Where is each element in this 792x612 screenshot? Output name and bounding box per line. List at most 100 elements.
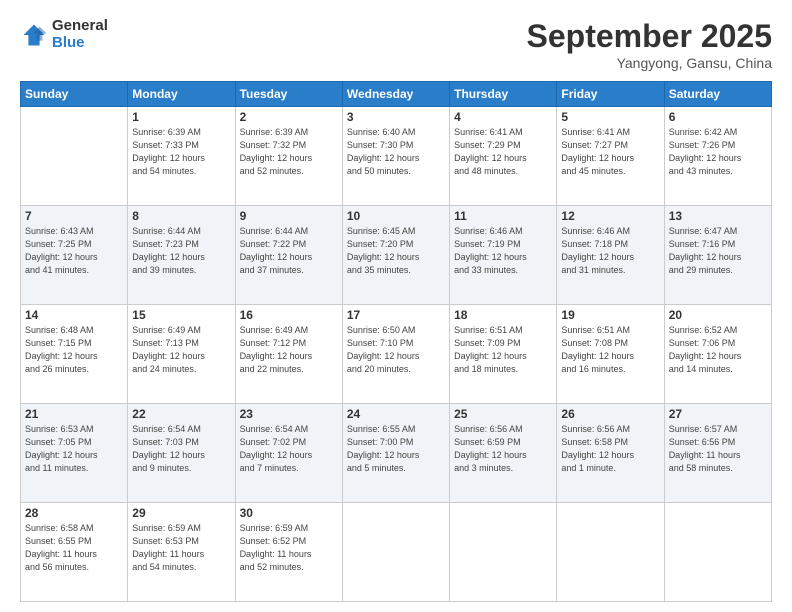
- day-info: Sunrise: 6:51 AM Sunset: 7:08 PM Dayligh…: [561, 324, 659, 376]
- day-info: Sunrise: 6:59 AM Sunset: 6:52 PM Dayligh…: [240, 522, 338, 574]
- day-info: Sunrise: 6:56 AM Sunset: 6:58 PM Dayligh…: [561, 423, 659, 475]
- day-number: 18: [454, 308, 552, 322]
- month-title: September 2025: [527, 18, 772, 55]
- day-info: Sunrise: 6:50 AM Sunset: 7:10 PM Dayligh…: [347, 324, 445, 376]
- day-number: 22: [132, 407, 230, 421]
- calendar-cell: 12 Sunrise: 6:46 AM Sunset: 7:18 PM Dayli…: [557, 206, 664, 305]
- calendar-cell: 8 Sunrise: 6:44 AM Sunset: 7:23 PM Daylig…: [128, 206, 235, 305]
- day-info: Sunrise: 6:54 AM Sunset: 7:03 PM Dayligh…: [132, 423, 230, 475]
- calendar-cell: 16Sunrise: 6:49 AM Sunset: 7:12 PM Dayli…: [235, 305, 342, 404]
- day-info: Sunrise: 6:49 AM Sunset: 7:12 PM Dayligh…: [240, 324, 338, 376]
- calendar-cell: [557, 503, 664, 602]
- day-info: Sunrise: 6:39 AM Sunset: 7:33 PM Dayligh…: [132, 126, 230, 178]
- day-number: 7: [25, 209, 123, 223]
- day-info: Sunrise: 6:48 AM Sunset: 7:15 PM Dayligh…: [25, 324, 123, 376]
- logo-general-text: General: [52, 18, 108, 35]
- day-info: Sunrise: 6:51 AM Sunset: 7:09 PM Dayligh…: [454, 324, 552, 376]
- week-row-5: 28 Sunrise: 6:58 AM Sunset: 6:55 PM Dayli…: [21, 503, 772, 602]
- weekday-header-tuesday: Tuesday: [235, 82, 342, 107]
- calendar-cell: 17 Sunrise: 6:50 AM Sunset: 7:10 PM Dayli…: [342, 305, 449, 404]
- calendar-cell: 4Sunrise: 6:41 AM Sunset: 7:29 PM Daylig…: [450, 107, 557, 206]
- day-number: 15: [132, 308, 230, 322]
- day-info: Sunrise: 6:46 AM Sunset: 7:18 PM Dayligh…: [561, 225, 659, 277]
- day-info: Sunrise: 6:59 AM Sunset: 6:53 PM Dayligh…: [132, 522, 230, 574]
- calendar-cell: 24 Sunrise: 6:55 AM Sunset: 7:00 PM Dayli…: [342, 404, 449, 503]
- weekday-header-friday: Friday: [557, 82, 664, 107]
- weekday-header-row: SundayMondayTuesdayWednesdayThursdayFrid…: [21, 82, 772, 107]
- day-number: 2: [240, 110, 338, 124]
- day-info: Sunrise: 6:58 AM Sunset: 6:55 PM Dayligh…: [25, 522, 123, 574]
- logo: General Blue: [20, 18, 108, 51]
- calendar-cell: 6Sunrise: 6:42 AM Sunset: 7:26 PM Daylig…: [664, 107, 771, 206]
- day-number: 30: [240, 506, 338, 520]
- calendar-cell: 5 Sunrise: 6:41 AM Sunset: 7:27 PM Daylig…: [557, 107, 664, 206]
- calendar-cell: 20 Sunrise: 6:52 AM Sunset: 7:06 PM Dayli…: [664, 305, 771, 404]
- day-info: Sunrise: 6:39 AM Sunset: 7:32 PM Dayligh…: [240, 126, 338, 178]
- day-number: 4: [454, 110, 552, 124]
- week-row-3: 14 Sunrise: 6:48 AM Sunset: 7:15 PM Dayli…: [21, 305, 772, 404]
- day-info: Sunrise: 6:55 AM Sunset: 7:00 PM Dayligh…: [347, 423, 445, 475]
- calendar-cell: 15 Sunrise: 6:49 AM Sunset: 7:13 PM Dayli…: [128, 305, 235, 404]
- day-number: 26: [561, 407, 659, 421]
- calendar-cell: 25 Sunrise: 6:56 AM Sunset: 6:59 PM Dayli…: [450, 404, 557, 503]
- day-number: 9: [240, 209, 338, 223]
- calendar-cell: 23 Sunrise: 6:54 AM Sunset: 7:02 PM Dayli…: [235, 404, 342, 503]
- day-number: 1: [132, 110, 230, 124]
- calendar-cell: [450, 503, 557, 602]
- day-info: Sunrise: 6:49 AM Sunset: 7:13 PM Dayligh…: [132, 324, 230, 376]
- day-info: Sunrise: 6:40 AM Sunset: 7:30 PM Dayligh…: [347, 126, 445, 178]
- logo-text: General Blue: [52, 18, 108, 51]
- page: General Blue September 2025 Yangyong, Ga…: [0, 0, 792, 612]
- week-row-1: 1 Sunrise: 6:39 AM Sunset: 7:33 PM Daylig…: [21, 107, 772, 206]
- day-info: Sunrise: 6:44 AM Sunset: 7:23 PM Dayligh…: [132, 225, 230, 277]
- day-info: Sunrise: 6:45 AM Sunset: 7:20 PM Dayligh…: [347, 225, 445, 277]
- calendar-table: SundayMondayTuesdayWednesdayThursdayFrid…: [20, 81, 772, 602]
- day-number: 29: [132, 506, 230, 520]
- day-number: 21: [25, 407, 123, 421]
- week-row-4: 21 Sunrise: 6:53 AM Sunset: 7:05 PM Dayli…: [21, 404, 772, 503]
- weekday-header-thursday: Thursday: [450, 82, 557, 107]
- calendar-cell: 1 Sunrise: 6:39 AM Sunset: 7:33 PM Daylig…: [128, 107, 235, 206]
- day-info: Sunrise: 6:43 AM Sunset: 7:25 PM Dayligh…: [25, 225, 123, 277]
- calendar-cell: 11Sunrise: 6:46 AM Sunset: 7:19 PM Dayli…: [450, 206, 557, 305]
- calendar-cell: [342, 503, 449, 602]
- calendar-cell: 18 Sunrise: 6:51 AM Sunset: 7:09 PM Dayli…: [450, 305, 557, 404]
- calendar-cell: 9Sunrise: 6:44 AM Sunset: 7:22 PM Daylig…: [235, 206, 342, 305]
- day-number: 24: [347, 407, 445, 421]
- day-info: Sunrise: 6:41 AM Sunset: 7:27 PM Dayligh…: [561, 126, 659, 178]
- day-number: 19: [561, 308, 659, 322]
- weekday-header-monday: Monday: [128, 82, 235, 107]
- calendar-cell: 30 Sunrise: 6:59 AM Sunset: 6:52 PM Dayli…: [235, 503, 342, 602]
- day-info: Sunrise: 6:54 AM Sunset: 7:02 PM Dayligh…: [240, 423, 338, 475]
- calendar-cell: 2 Sunrise: 6:39 AM Sunset: 7:32 PM Daylig…: [235, 107, 342, 206]
- day-number: 3: [347, 110, 445, 124]
- location: Yangyong, Gansu, China: [527, 55, 772, 71]
- day-number: 20: [669, 308, 767, 322]
- day-number: 14: [25, 308, 123, 322]
- day-info: Sunrise: 6:53 AM Sunset: 7:05 PM Dayligh…: [25, 423, 123, 475]
- day-number: 5: [561, 110, 659, 124]
- day-info: Sunrise: 6:47 AM Sunset: 7:16 PM Dayligh…: [669, 225, 767, 277]
- day-number: 25: [454, 407, 552, 421]
- calendar-cell: 27Sunrise: 6:57 AM Sunset: 6:56 PM Dayli…: [664, 404, 771, 503]
- calendar-cell: [21, 107, 128, 206]
- weekday-header-wednesday: Wednesday: [342, 82, 449, 107]
- day-info: Sunrise: 6:56 AM Sunset: 6:59 PM Dayligh…: [454, 423, 552, 475]
- day-info: Sunrise: 6:52 AM Sunset: 7:06 PM Dayligh…: [669, 324, 767, 376]
- week-row-2: 7 Sunrise: 6:43 AM Sunset: 7:25 PM Daylig…: [21, 206, 772, 305]
- day-number: 28: [25, 506, 123, 520]
- calendar-cell: 14 Sunrise: 6:48 AM Sunset: 7:15 PM Dayli…: [21, 305, 128, 404]
- calendar-cell: 3 Sunrise: 6:40 AM Sunset: 7:30 PM Daylig…: [342, 107, 449, 206]
- day-number: 8: [132, 209, 230, 223]
- day-number: 23: [240, 407, 338, 421]
- logo-blue-text: Blue: [52, 35, 108, 52]
- calendar-cell: 10Sunrise: 6:45 AM Sunset: 7:20 PM Dayli…: [342, 206, 449, 305]
- calendar-cell: 26 Sunrise: 6:56 AM Sunset: 6:58 PM Dayli…: [557, 404, 664, 503]
- day-number: 17: [347, 308, 445, 322]
- logo-icon: [20, 21, 48, 49]
- day-info: Sunrise: 6:42 AM Sunset: 7:26 PM Dayligh…: [669, 126, 767, 178]
- calendar-cell: 28 Sunrise: 6:58 AM Sunset: 6:55 PM Dayli…: [21, 503, 128, 602]
- day-number: 12: [561, 209, 659, 223]
- day-number: 11: [454, 209, 552, 223]
- calendar-cell: 29 Sunrise: 6:59 AM Sunset: 6:53 PM Dayli…: [128, 503, 235, 602]
